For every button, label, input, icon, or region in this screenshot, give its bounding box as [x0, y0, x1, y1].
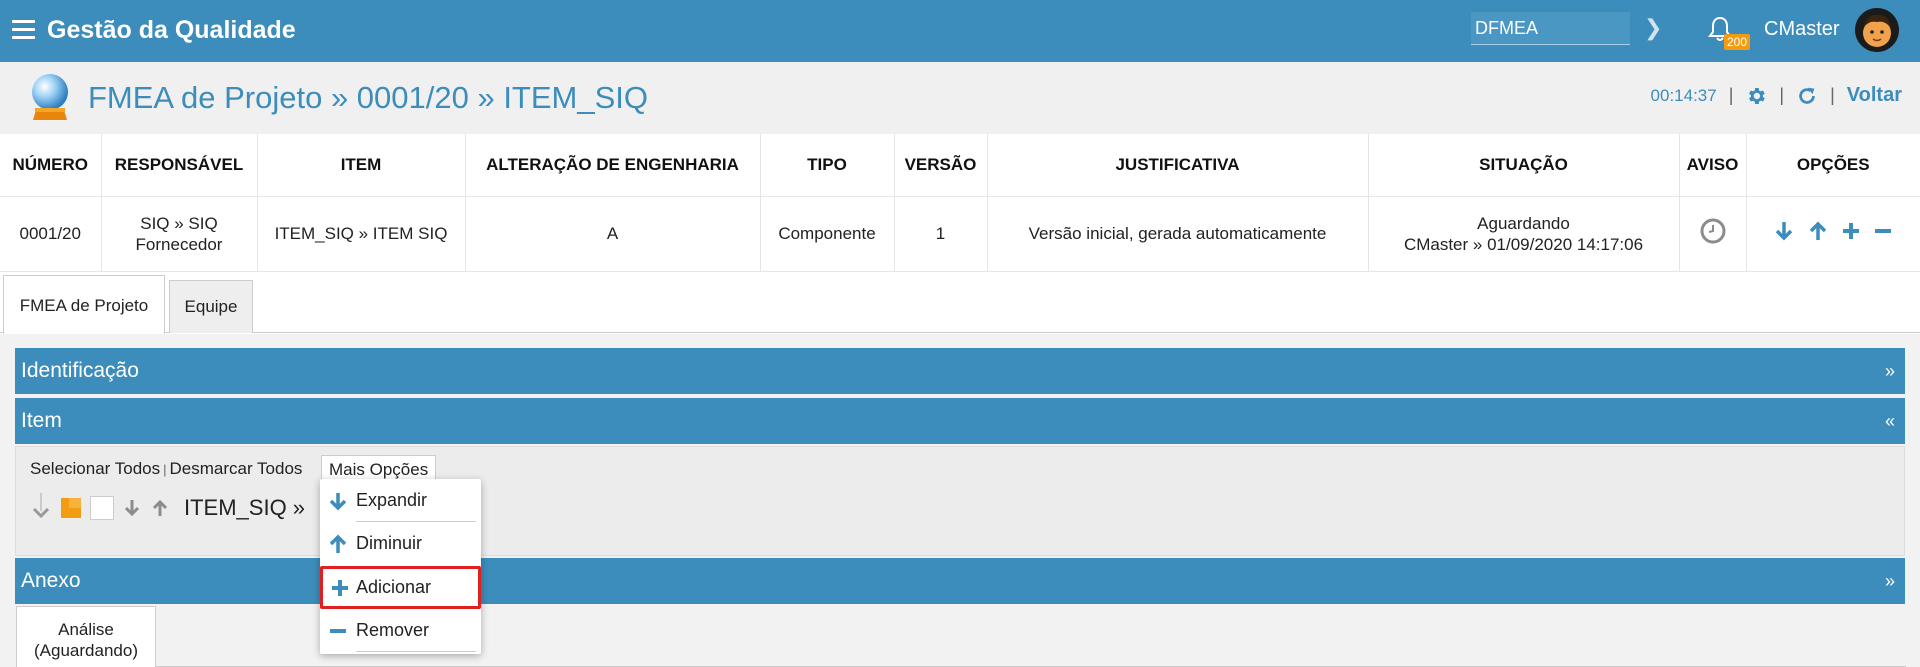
situacao-line: Aguardando — [1477, 213, 1570, 233]
clock-icon — [1700, 218, 1725, 244]
column-header: JUSTIFICATIVA — [987, 134, 1369, 197]
session-timer: 00:14:37 — [1650, 85, 1717, 105]
content-panel: Identificação » Item « Selecionar Todos |… — [0, 334, 1920, 667]
cell-opcoes — [1746, 196, 1920, 272]
module-select[interactable]: DFMEA — [1471, 12, 1630, 45]
column-header: TIPO — [760, 134, 895, 197]
plus-icon[interactable] — [1841, 221, 1861, 241]
column-header: RESPONSÁVEL — [101, 134, 258, 197]
section-item[interactable]: Item « — [15, 398, 1905, 444]
plus-icon — [323, 579, 356, 597]
expand-toggle[interactable]: » — [1885, 571, 1895, 592]
tab-label: Análise — [58, 620, 114, 639]
column-header: ALTERAÇÃO DE ENGENHARIA — [465, 134, 761, 197]
select-all-link[interactable]: Selecionar Todos — [30, 459, 160, 478]
menu-item-label: Remover — [356, 620, 430, 640]
crystal-ball-icon — [32, 74, 68, 120]
responsavel-line: Fornecedor — [135, 234, 223, 254]
divider: | — [1830, 85, 1835, 105]
section-identificacao[interactable]: Identificação » — [15, 348, 1905, 394]
responsavel-line: SIQ » SIQ — [140, 213, 218, 233]
cell-alteracao: A — [465, 196, 761, 272]
column-header: SITUAÇÃO — [1368, 134, 1680, 197]
item-tree-area: Selecionar Todos | Desmarcar Todos Mais Op… — [15, 446, 1905, 556]
refresh-icon[interactable] — [1796, 85, 1818, 107]
page-header: FMEA de Projeto » 0001/20 » ITEM_SIQ 00:… — [0, 62, 1920, 134]
tree-node-label[interactable]: ITEM_SIQ » — [184, 495, 305, 521]
cell-justificativa: Versão inicial, gerada automaticamente — [987, 196, 1369, 272]
menu-item-label: Adicionar — [356, 577, 432, 597]
expand-toggle[interactable]: » — [1885, 361, 1895, 382]
cell-tipo: Componente — [760, 196, 895, 272]
menu-item-adicionar[interactable]: Adicionar — [320, 566, 481, 609]
arrow-down-icon — [320, 491, 356, 511]
tab-status: (Aguardando) — [34, 641, 138, 660]
section-title: Item — [21, 409, 62, 432]
user-name[interactable]: CMaster — [1764, 18, 1840, 41]
divider: | — [1779, 85, 1785, 105]
section-anexo[interactable]: Anexo » — [15, 558, 1905, 604]
selection-links: Selecionar Todos | Desmarcar Todos — [30, 459, 302, 479]
menu-item-expandir[interactable]: Expandir — [320, 479, 481, 522]
menu-item-label: Expandir — [356, 490, 428, 510]
more-options-menu: Expandir Diminuir Adicionar Remover — [320, 479, 481, 654]
arrow-up-icon — [320, 534, 356, 554]
item-checkbox[interactable] — [90, 496, 114, 520]
top-bar: Gestão da Qualidade DFMEA ❯ 200 CMaster — [0, 0, 1920, 62]
situacao-line: CMaster » 01/09/2020 14:17:06 — [1403, 234, 1644, 254]
chevron-right-icon[interactable]: ❯ — [1644, 15, 1662, 41]
summary-table: NÚMERO RESPONSÁVEL ITEM ALTERAÇÃO DE ENG… — [0, 134, 1920, 272]
tree-node: ITEM_SIQ » — [30, 493, 305, 523]
minus-icon — [320, 622, 356, 640]
arrow-down-icon[interactable] — [1773, 220, 1795, 242]
header-actions: 00:14:37 | | | Voltar — [1651, 84, 1902, 107]
column-header: VERSÃO — [894, 134, 988, 197]
section-title: Identificação — [21, 359, 139, 382]
divider: | — [1728, 85, 1734, 105]
column-header: OPÇÕES — [1746, 134, 1920, 197]
column-header: AVISO — [1679, 134, 1747, 197]
column-header: ITEM — [257, 134, 466, 197]
back-link[interactable]: Voltar — [1847, 84, 1902, 107]
menu-icon[interactable] — [12, 20, 35, 39]
deselect-all-link[interactable]: Desmarcar Todos — [170, 459, 303, 478]
tab-bar: FMEA de Projeto Equipe — [0, 275, 1920, 335]
tree-expand-icon[interactable] — [30, 493, 52, 523]
tab-analise[interactable]: Análise (Aguardando) — [16, 606, 156, 667]
section-title: Anexo — [21, 569, 81, 592]
cell-versao: 1 — [894, 196, 988, 272]
move-up-icon[interactable] — [150, 498, 170, 518]
tab-equipe[interactable]: Equipe — [169, 280, 253, 333]
menu-divider — [356, 651, 476, 652]
page-title: FMEA de Projeto » 0001/20 » ITEM_SIQ — [88, 80, 649, 115]
menu-item-label: Diminuir — [356, 533, 423, 553]
item-type-icon — [61, 498, 81, 518]
move-down-icon[interactable] — [122, 498, 142, 518]
column-header: NÚMERO — [0, 134, 102, 197]
cell-item: ITEM_SIQ » ITEM SIQ — [257, 196, 466, 272]
menu-item-remover[interactable]: Remover — [320, 609, 481, 652]
collapse-toggle[interactable]: « — [1885, 411, 1895, 432]
divider: | — [163, 462, 167, 477]
cell-situacao: Aguardando CMaster » 01/09/2020 14:17:06 — [1368, 196, 1680, 272]
cell-numero: 0001/20 — [0, 196, 102, 272]
arrow-up-icon[interactable] — [1807, 220, 1829, 242]
notification-badge: 200 — [1724, 34, 1751, 50]
gear-icon[interactable] — [1745, 85, 1767, 107]
avatar[interactable] — [1855, 8, 1899, 52]
menu-item-diminuir[interactable]: Diminuir — [320, 522, 481, 565]
cell-responsavel: SIQ » SIQ Fornecedor — [101, 196, 258, 272]
table-header-row: NÚMERO RESPONSÁVEL ITEM ALTERAÇÃO DE ENG… — [0, 134, 1920, 197]
cell-aviso — [1679, 196, 1747, 272]
tab-fmea-projeto[interactable]: FMEA de Projeto — [3, 275, 165, 335]
app-title: Gestão da Qualidade — [47, 16, 296, 44]
minus-icon[interactable] — [1873, 221, 1893, 241]
table-row: 0001/20 SIQ » SIQ Fornecedor ITEM_SIQ » … — [0, 196, 1920, 272]
